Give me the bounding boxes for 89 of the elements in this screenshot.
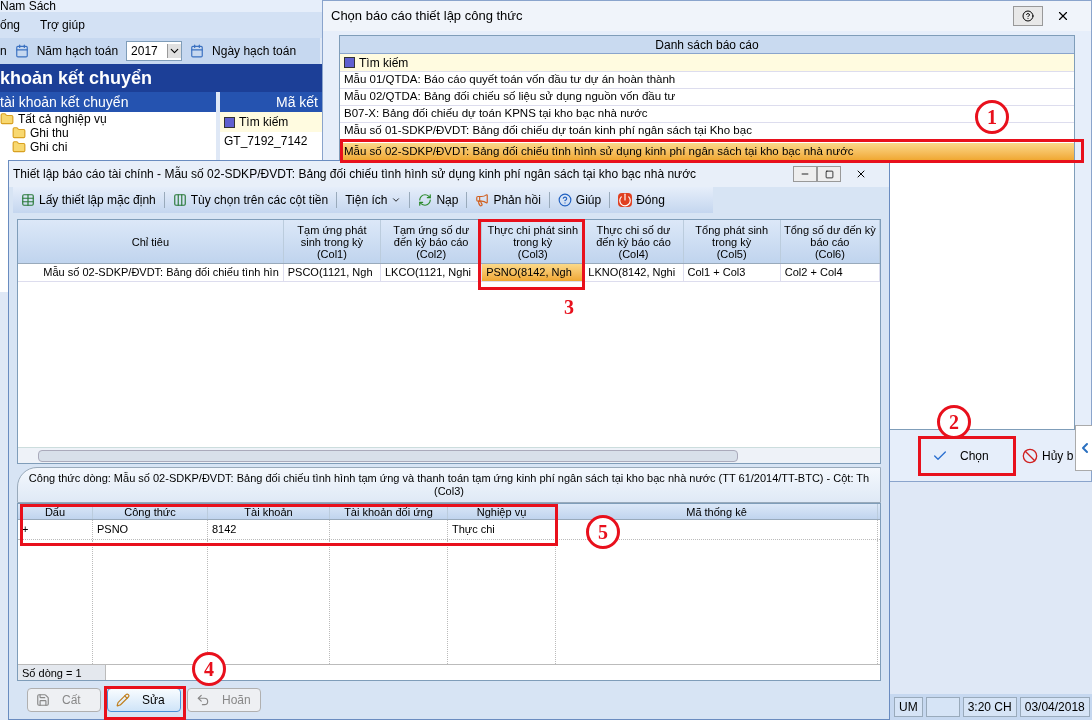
folder-icon: [12, 126, 26, 140]
panel-header: tài khoản kết chuyển: [0, 92, 216, 112]
help-icon: [1022, 10, 1034, 22]
maximize-button[interactable]: [817, 166, 841, 182]
year-label: Năm hạch toán: [36, 43, 119, 60]
table-cell[interactable]: PSCO(1121, Ngh: [283, 264, 381, 281]
list-item[interactable]: Mẫu số 02-SDKP/ĐVDT: Bảng đối chiếu tình hình sử dụng kinh phí ngân sách tại kho bạc nhà nước: [340, 143, 1074, 161]
table-cell-text: 8142: [212, 522, 237, 538]
minimize-button[interactable]: [793, 166, 817, 182]
window-title: Nam Sách: [0, 0, 57, 12]
panel-header: Mã kết: [220, 92, 322, 112]
list-header: Danh sách báo cáo: [340, 36, 1074, 54]
table-cell-text: GT_7192_7142: [223, 133, 309, 150]
cancel-icon: [1022, 447, 1038, 464]
caret-icon: [391, 195, 402, 205]
tree-item[interactable]: Tất cả nghiệp vụ: [0, 112, 216, 126]
column-header[interactable]: Thực chi số dư đến kỳ báo cáo (Col4): [584, 220, 684, 263]
help-icon: [557, 193, 572, 207]
table-cell[interactable]: LKNO(8142, Nghi: [584, 264, 684, 281]
folder-icon: [12, 140, 26, 154]
pencil-icon: [116, 693, 130, 707]
column-header[interactable]: Tài khoản: [208, 504, 330, 519]
filter-icon: [344, 57, 355, 68]
column-header[interactable]: Chỉ tiêu: [18, 220, 284, 263]
table-cell[interactable]: Mẫu số 02-SDKP/ĐVDT: Bảng đối chiếu tình hìn: [18, 264, 284, 281]
date-label: Ngày hạch toán: [212, 43, 297, 60]
row-count: Số dòng = 1: [18, 665, 106, 680]
help-button[interactable]: [1013, 6, 1043, 26]
toolbar-button[interactable]: Đóng: [618, 191, 665, 209]
status-cell: 3:20 CH: [962, 697, 1017, 717]
side-tab[interactable]: [1075, 425, 1092, 471]
status-cell: 03/04/2018: [1019, 697, 1090, 717]
step-number: 3: [563, 295, 575, 320]
toolbar-button[interactable]: Nạp: [418, 191, 459, 209]
column-header[interactable]: Dấu: [18, 504, 93, 519]
cancel-button[interactable]: Hủy b: [1018, 443, 1074, 468]
table-cell-text: PSNO: [97, 522, 129, 538]
table-cell[interactable]: Col2 + Col4: [780, 264, 880, 281]
list-item[interactable]: Mẫu 02/QTDA: Bảng đối chiếu số liệu sử dụng nguồn vốn đầu tư: [340, 89, 1074, 106]
column-header[interactable]: Tạm ứng phát sinh trong kỳ (Col1): [283, 220, 381, 263]
table-cell[interactable]: Col1 + Col3: [683, 264, 781, 281]
column-header[interactable]: Nghiệp vụ: [448, 504, 556, 519]
tree-item[interactable]: Ghi thu: [0, 126, 216, 140]
table-cell-text: +: [22, 522, 29, 538]
toolbar-label: n: [0, 43, 7, 60]
list-item[interactable]: Mẫu 01/QTDA: Báo cáo quyết toán vốn đầu tư dự án hoàn thành: [340, 72, 1074, 89]
toolbar-button[interactable]: Phản hồi: [475, 191, 541, 209]
column-header[interactable]: Tổng số dư đến kỳ báo cáo (Col6): [780, 220, 880, 263]
module-header: khoản kết chuyển: [0, 64, 322, 92]
dropdown-icon: [167, 44, 182, 58]
power-icon: [618, 193, 633, 207]
toolbar-button[interactable]: Tiện ích: [345, 191, 402, 209]
toolbar-button[interactable]: Lấy thiết lập mặc định: [21, 191, 156, 209]
maximize-icon: [824, 169, 834, 179]
menu-item[interactable]: ống: [0, 16, 21, 34]
table-cell[interactable]: PSNO(8142, Ngh: [482, 264, 585, 281]
table-icon: [21, 193, 35, 207]
save-icon: [36, 693, 50, 707]
column-header[interactable]: Thực chi phát sinh trong kỳ (Col3): [482, 220, 585, 263]
calendar-icon: [14, 44, 29, 58]
status-cell: UM: [894, 697, 923, 717]
dialog-title: Thiết lập báo cáo tài chính - Mẫu số 02-SDKP/ĐVDT: Bảng đối chiếu tình hình sử dụng kinh phí ngân sách tại kho bạc nhà nước: [13, 165, 697, 183]
dialog-title: Chọn báo cáo thiết lập công thức: [331, 7, 524, 26]
columns-icon: [172, 193, 187, 207]
close-icon: [1056, 9, 1070, 23]
megaphone-icon: [475, 193, 490, 207]
column-header[interactable]: Tạm ứng số dư đến kỳ báo cáo (Col2): [381, 220, 483, 263]
calendar-icon: [190, 44, 205, 58]
formula-caption: Công thức dòng: Mẫu số 02-SDKP/ĐVDT: Bảng đối chiếu tình hình tạm ứng và thanh toán tạm ứng kinh phí ngân sách tại kho bạc nhà nước (TT 61/2014/TT-BTC) - Cột: Th (Col3): [17, 467, 881, 503]
menu-item[interactable]: Trợ giúp: [40, 16, 85, 34]
column-header[interactable]: Tài khoản đối ứng: [330, 504, 448, 519]
tree-item[interactable]: Ghi chi: [0, 140, 216, 154]
table-cell-text: Thực chi: [452, 522, 495, 538]
refresh-icon: [418, 193, 433, 207]
search-row[interactable]: Tìm kiếm: [340, 54, 1074, 72]
toolbar-button[interactable]: Giúp: [557, 191, 602, 209]
horizontal-scrollbar[interactable]: [18, 447, 880, 463]
year-select[interactable]: 2017: [126, 41, 183, 61]
edit-button[interactable]: Sửa: [107, 688, 181, 712]
column-header[interactable]: Tổng phát sinh trong kỳ (Col5): [683, 220, 781, 263]
undo-icon: [196, 693, 210, 707]
column-header[interactable]: Công thức: [93, 504, 208, 519]
status-cell: [925, 697, 960, 717]
close-icon: [855, 168, 867, 180]
select-button[interactable]: Chọn: [928, 443, 1014, 468]
folder-icon: [0, 112, 14, 126]
search-row[interactable]: Tìm kiếm: [220, 112, 322, 132]
filter-icon: [224, 116, 235, 128]
toolbar-button[interactable]: Tùy chọn trên các cột tiền: [172, 191, 329, 209]
